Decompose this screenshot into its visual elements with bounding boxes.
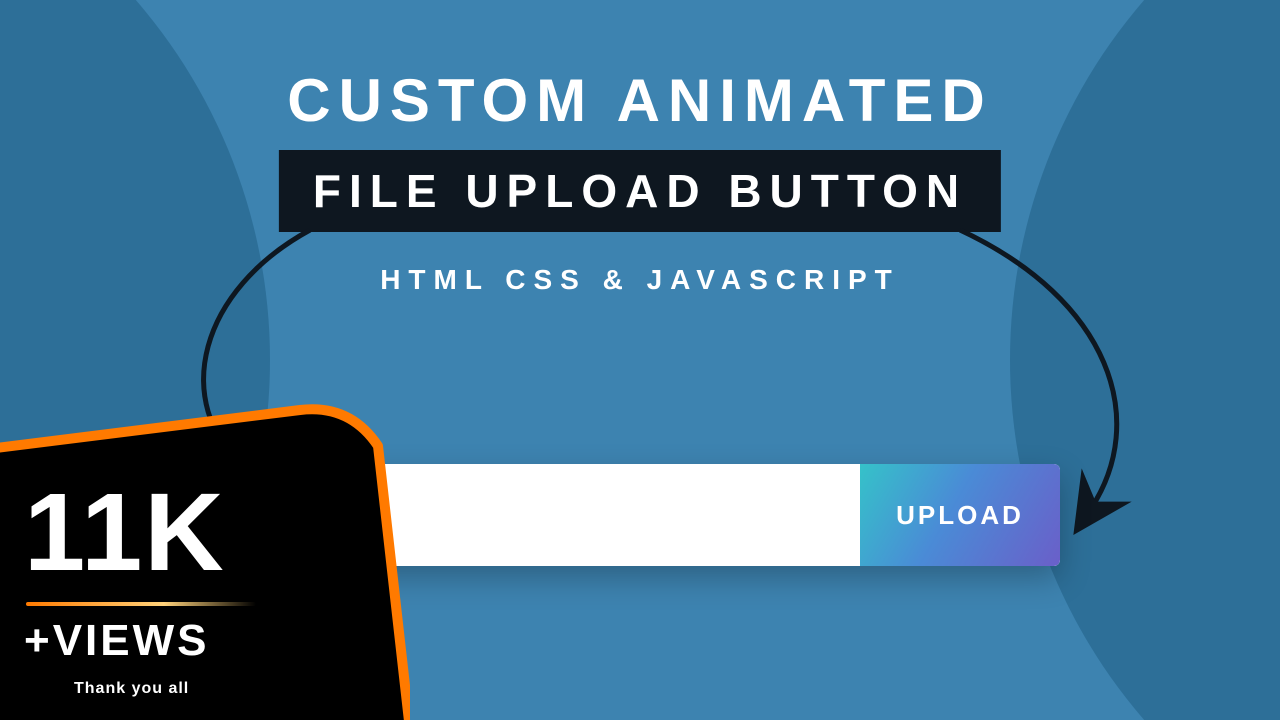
views-label: +VIEWS (24, 616, 256, 666)
thumbnail-stage: CUSTOM ANIMATED FILE UPLOAD BUTTON HTML … (0, 0, 1280, 720)
upload-button[interactable]: UPLOAD (860, 464, 1060, 566)
views-badge: 11K +VIEWS Thank you all (0, 380, 400, 720)
views-count: 11K (24, 478, 256, 588)
badge-divider (26, 602, 256, 606)
thanks-text: Thank you all (74, 680, 256, 698)
